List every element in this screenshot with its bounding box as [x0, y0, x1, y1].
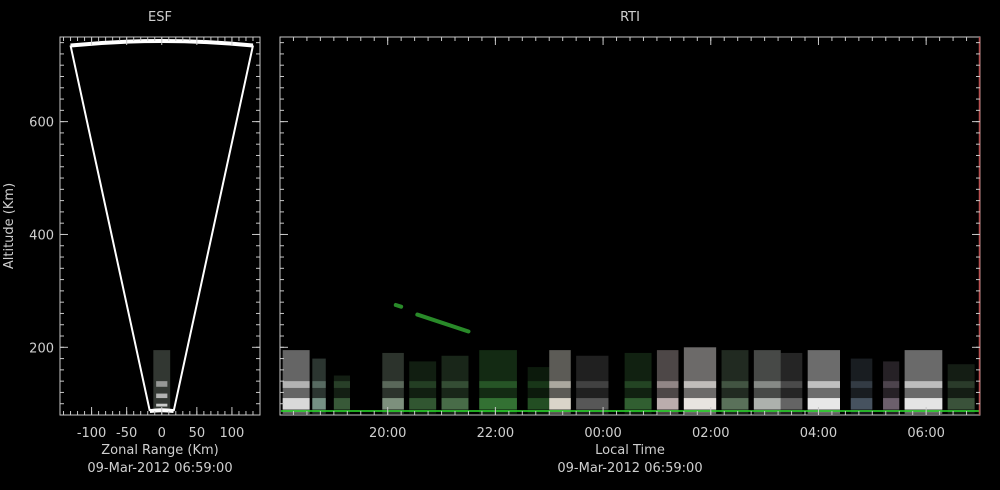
rti-x-tick-label: 06:00: [907, 426, 944, 441]
rti-echo-column-layer: [753, 381, 781, 388]
rti-echo-column-layer: [479, 381, 517, 388]
esf-echo-strip: [156, 393, 168, 399]
rti-echo-column-core: [904, 398, 943, 410]
esf-x-tick-label: -50: [116, 426, 137, 441]
rti-title: RTI: [620, 10, 640, 25]
rti-echo-streak: [393, 302, 404, 309]
esf-x-tick-label: 100: [220, 426, 245, 441]
esf-echo-strip: [156, 403, 168, 407]
rti-echo-column-core: [312, 398, 326, 410]
rti-x-tick-label: 04:00: [800, 426, 837, 441]
rti-timestamp: 09-Mar-2012 06:59:00: [557, 461, 702, 476]
rti-echo-column-layer: [883, 381, 900, 388]
rti-echo-column-layer: [333, 381, 350, 388]
rti-echo-column-layer: [904, 381, 943, 388]
esf-x-tick-label: 50: [189, 426, 206, 441]
rti-echo-column-layer: [576, 381, 609, 388]
esf-echo-haze: [153, 350, 171, 411]
esf-echo-strip: [156, 381, 168, 387]
rti-echo-column-core: [409, 398, 437, 410]
rti-echo-column-layer: [282, 381, 310, 388]
rti-x-tick-label: 02:00: [692, 426, 729, 441]
rti-echo-column-layer: [780, 381, 803, 388]
rti-echo-column-layer: [549, 381, 571, 388]
rti-echo-column-core: [780, 398, 803, 410]
rti-x-tick-label: 22:00: [477, 426, 514, 441]
esf-timestamp: 09-Mar-2012 06:59:00: [87, 461, 232, 476]
rti-echo-column-layer: [721, 381, 749, 388]
rti-echo-column-core: [576, 398, 609, 410]
esf-x-tick-label: -100: [77, 426, 107, 441]
rti-echo-column-core: [624, 398, 652, 410]
rti-echo-column-core: [753, 398, 781, 410]
rti-echo-column-layer: [683, 381, 717, 388]
esf-x-axis-label: Zonal Range (Km): [101, 443, 218, 458]
rti-echo-column-layer: [527, 381, 550, 388]
esf-y-tick-label: 600: [29, 116, 54, 131]
rti-echo-column-core: [721, 398, 749, 410]
figure-background: [0, 0, 1000, 490]
rti-echo-column-layer: [656, 381, 679, 388]
esf-echo-band: [153, 350, 171, 411]
rti-echo-column-core: [441, 398, 469, 410]
rti-x-axis-label: Local Time: [595, 443, 665, 458]
rti-echo-column-core: [883, 398, 900, 410]
rti-echo-column-core: [382, 398, 404, 410]
esf-title: ESF: [148, 10, 172, 25]
esf-x-tick-label: 0: [158, 426, 166, 441]
rti-echo-column-core: [807, 398, 840, 410]
rti-echo-column-core: [683, 398, 717, 410]
figure-canvas: ESF -100 -50 0 50 100 200 400 600 Zonal Range …: [0, 0, 1000, 490]
esf-y-tick-label: 200: [29, 341, 54, 356]
esf-y-tick-label: 400: [29, 228, 54, 243]
rti-x-tick-label: 00:00: [584, 426, 621, 441]
rti-x-tick-label: 20:00: [369, 426, 406, 441]
rti-echo-column-layer: [947, 381, 975, 388]
rti-echo-column-layer: [382, 381, 404, 388]
rti-echo-column-layer: [807, 381, 840, 388]
esf-y-axis-label: Altitude (Km): [2, 183, 17, 269]
rti-echo-column-core: [549, 398, 571, 410]
rti-echo-column-core: [656, 398, 679, 410]
rti-echo-column-core: [527, 398, 550, 410]
rti-echo-column-core: [947, 398, 975, 410]
rti-echo-column-layer: [441, 381, 469, 388]
rti-echo-column-layer: [312, 381, 326, 388]
rti-echo-column-layer: [850, 381, 873, 388]
rti-echo-column-core: [333, 398, 350, 410]
rti-echo-column-layer: [624, 381, 652, 388]
rti-echo-column-core: [850, 398, 873, 410]
rti-echo-column-core: [282, 398, 310, 410]
rti-echo-column-layer: [409, 381, 437, 388]
rti-echo-column-core: [479, 398, 517, 410]
